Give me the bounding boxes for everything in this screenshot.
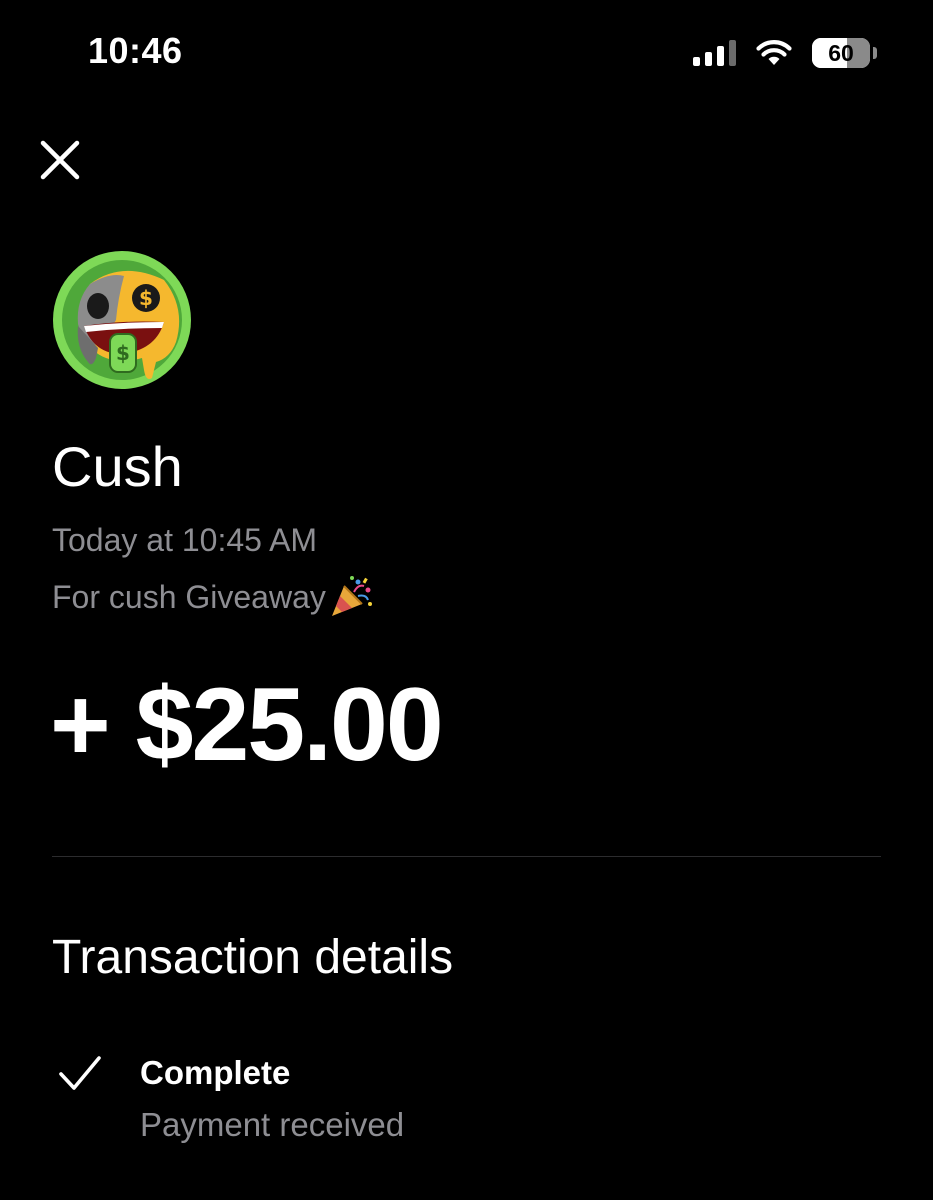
svg-text:$: $: [116, 341, 130, 365]
checkmark-icon: [59, 1056, 101, 1090]
transaction-status: Complete: [140, 1054, 291, 1091]
cellular-signal-icon: [693, 40, 736, 66]
status-bar-indicators: 60: [693, 36, 877, 70]
transaction-note-text: For cush Giveaway: [52, 578, 326, 615]
divider: [52, 856, 881, 857]
wifi-icon: [756, 40, 792, 65]
transaction-note: For cush Giveaway: [52, 574, 374, 620]
battery-nub: [873, 47, 877, 59]
status-bar-time: 10:46: [88, 30, 183, 71]
transaction-amount: + $25.00: [50, 667, 444, 783]
close-icon: [40, 140, 80, 180]
transaction-details-title: Transaction details: [52, 931, 454, 984]
melting-skull-dollar-avatar[interactable]: $ $: [52, 250, 192, 390]
svg-text:$: $: [139, 286, 153, 310]
transaction-status-description: Payment received: [140, 1106, 405, 1143]
party-popper-icon: [331, 576, 372, 616]
transaction-detail-screen: 10:46 60 $ $ Cush Today at 10:45 AM For …: [0, 0, 933, 1200]
sender-name: Cush: [52, 435, 183, 498]
battery-level: 60: [828, 39, 854, 66]
battery-icon: 60: [812, 38, 870, 68]
transaction-timestamp: Today at 10:45 AM: [52, 522, 318, 558]
close-button[interactable]: [38, 138, 82, 182]
